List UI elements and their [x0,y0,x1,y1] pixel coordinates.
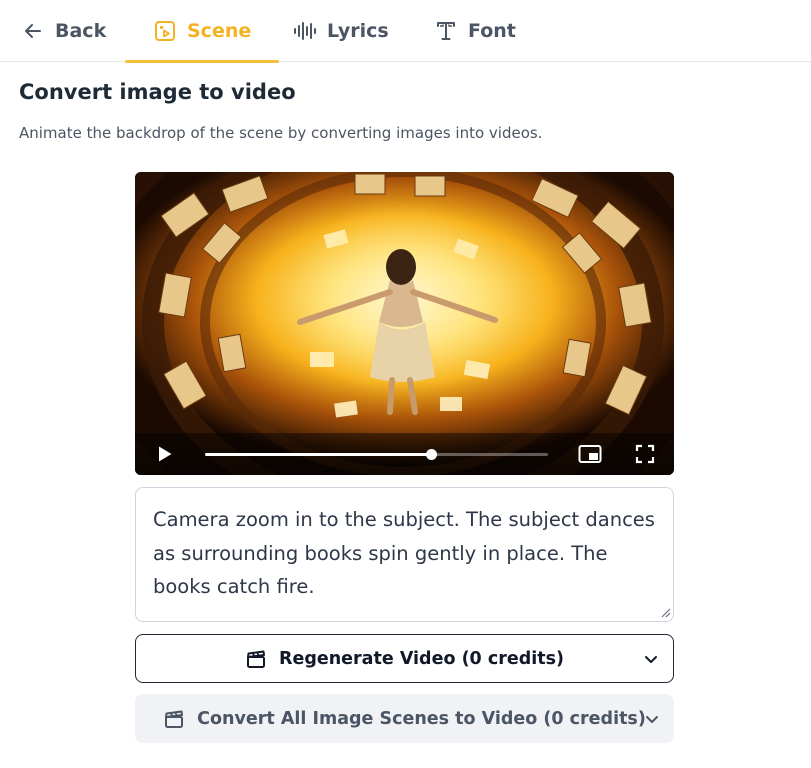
convert-all-scenes-button[interactable]: Convert All Image Scenes to Video (0 cre… [135,694,674,743]
video-player[interactable] [135,172,674,475]
progress-track[interactable] [205,449,548,460]
tab-lyrics-label: Lyrics [327,20,389,42]
tab-scene[interactable]: Scene [124,0,280,63]
clapperboard-icon [245,648,267,670]
progress-thumb[interactable] [426,449,438,460]
chevron-down-icon[interactable] [643,651,659,667]
chevron-down-icon[interactable] [644,711,660,727]
fullscreen-icon[interactable] [635,444,655,464]
tab-scene-label: Scene [187,20,252,42]
arrow-left-icon [21,19,45,43]
video-prompt-textarea[interactable]: Camera zoom in to the subject. The subje… [135,487,674,622]
tab-font[interactable]: Font [434,0,516,62]
section-title: Convert image to video [19,80,296,104]
picture-in-picture-icon[interactable] [578,444,602,464]
back-button[interactable]: Back [21,0,106,62]
regenerate-video-button[interactable]: Regenerate Video (0 credits) [135,634,674,683]
play-icon[interactable] [155,444,175,464]
video-controls [135,433,674,475]
image-video-icon [153,19,177,43]
typography-icon [434,19,458,43]
progress-fill [205,453,432,456]
convert-all-scenes-label: Convert All Image Scenes to Video (0 cre… [197,708,646,729]
video-frame-image [135,172,674,475]
section-subtitle: Animate the backdrop of the scene by con… [19,124,543,142]
tab-font-label: Font [468,20,516,42]
clapperboard-icon [163,708,185,730]
tab-lyrics[interactable]: Lyrics [293,0,389,62]
regenerate-video-label: Regenerate Video (0 credits) [278,648,565,669]
back-label: Back [55,20,107,42]
audio-waveform-icon [293,19,317,43]
tab-bar: Back Scene Lyrics Font [0,0,811,63]
